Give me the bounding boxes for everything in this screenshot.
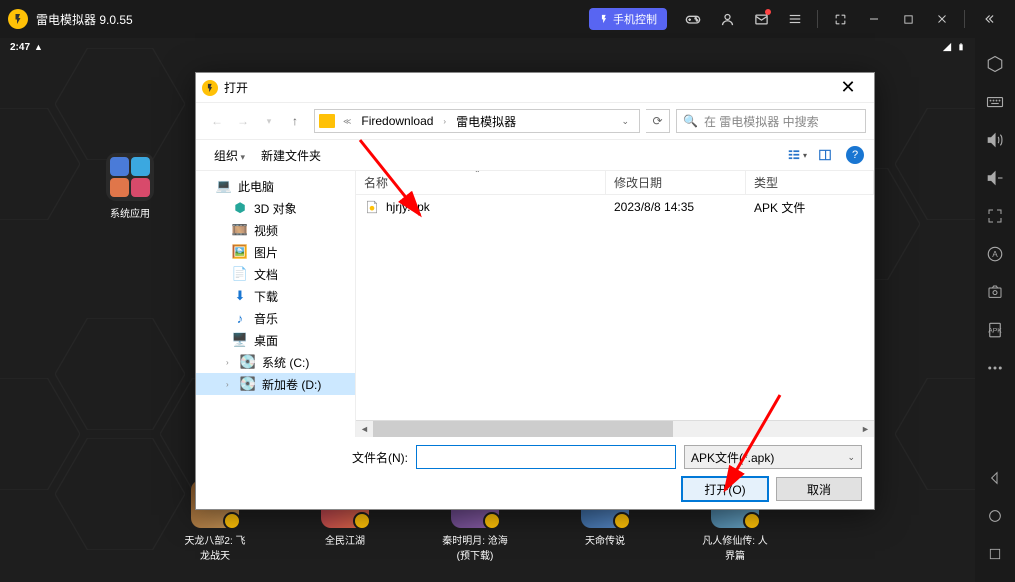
phone-control-button[interactable]: 手机控制 [589,8,667,30]
breadcrumb-bar[interactable]: ≪ Firedownload › 雷电模拟器 ⌄ [314,109,640,133]
open-button[interactable]: 打开(O) [682,477,768,501]
gamepad-icon[interactable] [677,3,709,35]
column-type[interactable]: 类型 [746,171,874,194]
desktop-icon-label: 系统应用 [100,205,160,220]
file-open-dialog: 打开 ✕ ← → ▾ ↑ ≪ Firedownload › 雷电模拟器 ⌄ ⟳ … [195,72,875,510]
keyboard-icon[interactable] [975,84,1015,120]
pictures-icon: 🖼️ [232,244,248,260]
documents-icon: 📄 [232,266,248,282]
nav-back-button[interactable]: ← [204,108,230,134]
sidebar-item-disk-c[interactable]: ›💽系统 (C:) [196,351,355,373]
column-name[interactable]: 名称 [356,171,606,194]
nav-up-button[interactable]: ↑ [282,108,308,134]
refresh-char-icon[interactable]: A [975,236,1015,272]
new-folder-button[interactable]: 新建文件夹 [253,144,329,167]
nav-forward-button[interactable]: → [230,108,256,134]
sort-indicator-icon: ⌃ [474,171,481,178]
column-date[interactable]: 修改日期 [606,171,746,194]
dialog-close-button[interactable]: ✕ [828,73,868,103]
music-icon: ♪ [232,310,248,326]
app-logo-icon [8,9,28,29]
file-list-pane: ⌃ 名称 修改日期 类型 hjrjy.apk 2023/8/8 14:35 AP… [356,171,874,437]
file-row[interactable]: hjrjy.apk 2023/8/8 14:35 APK 文件 [356,195,874,219]
recent-nav-icon[interactable] [975,536,1015,572]
home-nav-icon[interactable] [975,498,1015,534]
sidebar-item-video[interactable]: 🎞️视频 [196,219,355,241]
sidebar-item-music[interactable]: ♪音乐 [196,307,355,329]
sidebar-item-disk-d[interactable]: ›💽新加卷 (D:) [196,373,355,395]
help-button[interactable]: ? [846,146,864,164]
scrollbar-thumb[interactable] [373,421,673,437]
preview-pane-button[interactable] [812,144,838,166]
disk-icon: 💽 [240,376,256,392]
view-details-button[interactable]: ▾ [784,144,810,166]
minimize-icon[interactable] [858,3,890,35]
app-title: 雷电模拟器 9.0.55 [36,11,589,28]
disk-icon: 💽 [240,354,256,370]
maximize-icon[interactable] [892,3,924,35]
dialog-footer: 文件名(N): APK文件(*.apk) ⌄ 打开(O) 取消 [196,437,874,509]
user-icon[interactable] [711,3,743,35]
apk-file-icon [364,199,380,215]
install-icon[interactable]: APK [975,312,1015,348]
dialog-toolbar: 组织 新建文件夹 ▾ ? [196,139,874,171]
3d-icon: ⬢ [232,200,248,216]
breadcrumb-item[interactable]: Firedownload [357,112,437,130]
sidebar-item-downloads[interactable]: ⬇下载 [196,285,355,307]
sidebar-item-3d[interactable]: ⬢3D 对象 [196,197,355,219]
sidebar-item-documents[interactable]: 📄文档 [196,263,355,285]
dialog-app-icon [202,80,218,96]
sidebar-item-desktop[interactable]: 🖥️桌面 [196,329,355,351]
svg-text:APK: APK [988,327,1002,334]
screenshot-icon[interactable] [975,274,1015,310]
breadcrumb-item[interactable]: 雷电模拟器 [452,111,520,132]
search-icon: 🔍 [683,114,698,128]
volume-down-icon[interactable] [975,160,1015,196]
svg-text:A: A [992,250,998,259]
dialog-titlebar: 打开 ✕ [196,73,874,103]
scroll-left-arrow[interactable]: ◄ [356,421,373,437]
collapse-sidebar-icon[interactable] [971,3,1007,35]
dialog-nav-row: ← → ▾ ↑ ≪ Firedownload › 雷电模拟器 ⌄ ⟳ 🔍 在 雷… [196,103,874,139]
volume-up-icon[interactable] [975,122,1015,158]
back-nav-icon[interactable] [975,460,1015,496]
organize-button[interactable]: 组织 [206,144,253,167]
titlebar: 雷电模拟器 9.0.55 手机控制 [0,0,1015,38]
chevron-down-icon: ⌄ [847,452,855,463]
refresh-button[interactable]: ⟳ [646,109,670,133]
sidebar-item-pc[interactable]: 💻此电脑 [196,175,355,197]
column-headers: ⌃ 名称 修改日期 类型 [356,171,874,195]
desktop-icon: 🖥️ [232,332,248,348]
search-input[interactable]: 🔍 在 雷电模拟器 中搜索 [676,109,866,133]
nav-recent-dropdown[interactable]: ▾ [256,108,282,134]
downloads-icon: ⬇ [232,288,248,304]
dialog-sidebar: 💻此电脑 ⬢3D 对象 🎞️视频 🖼️图片 📄文档 ⬇下载 ♪音乐 🖥️桌面 ›… [196,171,356,437]
sidebar-item-pictures[interactable]: 🖼️图片 [196,241,355,263]
pc-icon: 💻 [216,178,232,194]
scroll-right-arrow[interactable]: ► [857,421,874,437]
filename-input[interactable] [416,445,676,469]
cancel-button[interactable]: 取消 [776,477,862,501]
fullscreen-tool-icon[interactable] [975,198,1015,234]
video-icon: 🎞️ [232,222,248,238]
breadcrumb-dropdown[interactable]: ⌄ [615,116,635,127]
dialog-title: 打开 [224,79,828,96]
more-icon[interactable] [975,350,1015,386]
file-list[interactable]: hjrjy.apk 2023/8/8 14:35 APK 文件 [356,195,874,420]
horizontal-scrollbar[interactable]: ◄ ► [356,420,874,437]
right-toolbar: A APK [975,38,1015,582]
hex-icon[interactable] [975,46,1015,82]
close-icon[interactable] [926,3,958,35]
folder-icon [319,114,335,128]
mail-icon[interactable] [745,3,777,35]
menu-icon[interactable] [779,3,811,35]
system-apps-folder[interactable]: 系统应用 [100,153,160,220]
fullscreen-icon[interactable] [824,3,856,35]
filetype-dropdown[interactable]: APK文件(*.apk) ⌄ [684,445,862,469]
filename-label: 文件名(N): [352,449,408,466]
